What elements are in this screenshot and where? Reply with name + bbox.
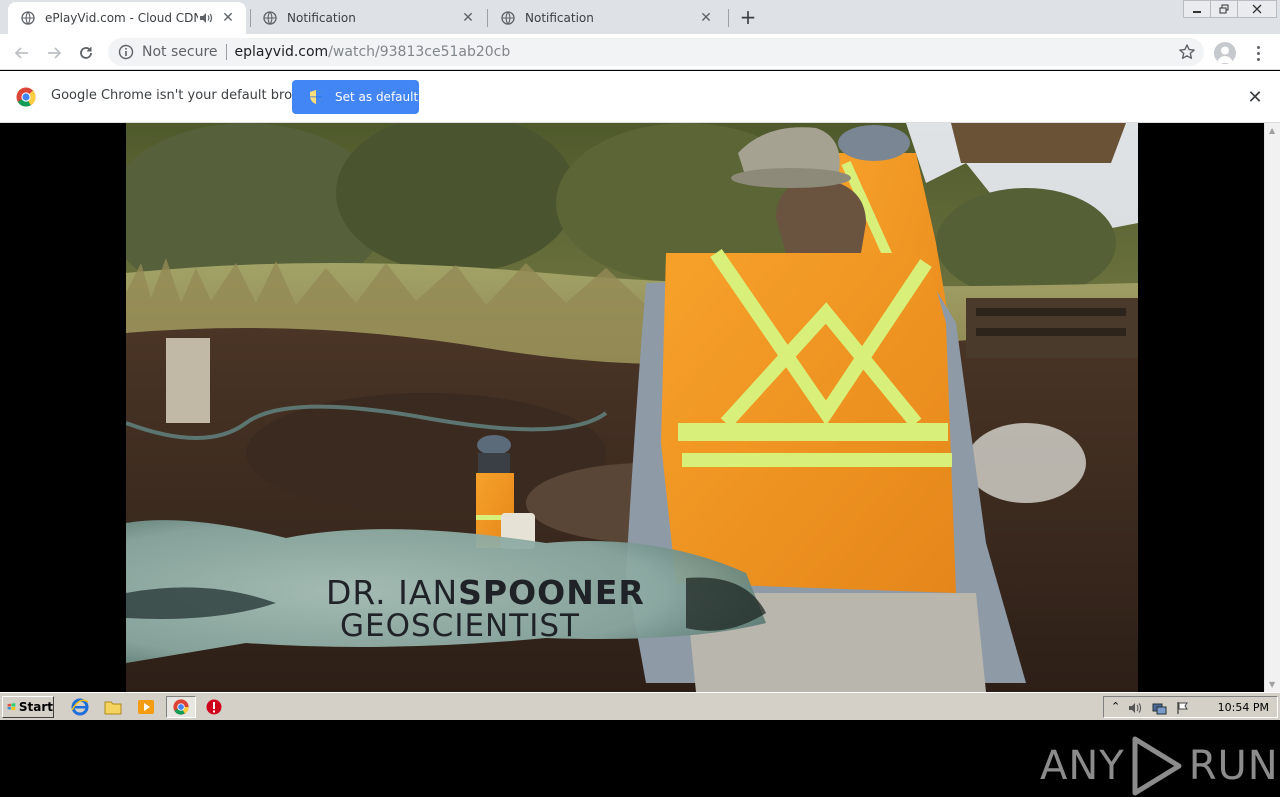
info-icon[interactable] — [118, 44, 134, 60]
uac-shield-icon — [308, 89, 324, 105]
system-tray: ⌃ 10:54 PM — [1103, 696, 1278, 718]
volume-icon[interactable] — [1128, 700, 1142, 719]
reload-button[interactable] — [74, 41, 98, 65]
arrow-left-icon — [14, 47, 28, 59]
clock[interactable]: 10:54 PM — [1218, 701, 1269, 714]
caption-last-name: SPOONER — [458, 573, 645, 612]
network-icon[interactable] — [1152, 700, 1168, 719]
forward-button[interactable] — [42, 41, 66, 65]
tab-title: ePlayVid.com - Cloud CDN — [45, 11, 198, 25]
media-player-icon[interactable] — [137, 698, 155, 716]
arrow-right-icon — [48, 47, 62, 59]
chrome-taskbar-button[interactable] — [166, 696, 196, 718]
url-host: eplayvid.com — [234, 44, 329, 60]
anyrun-watermark: ANY RUN — [1040, 735, 1279, 797]
caption-role: GEOSCIENTIST — [340, 608, 580, 644]
close-tab-icon[interactable]: ✕ — [220, 10, 236, 26]
url-text[interactable]: eplayvid.com/watch/93813ce51ab20cb — [235, 44, 511, 60]
infobar-message: Google Chrome isn't your default browser — [51, 88, 323, 103]
scroll-down-icon[interactable]: ▼ — [1269, 680, 1275, 689]
start-label: Start — [18, 700, 53, 714]
action-center-flag-icon[interactable] — [1176, 700, 1190, 719]
set-as-default-button[interactable]: Set as default — [292, 80, 419, 114]
close-tab-icon[interactable]: ✕ — [698, 10, 714, 26]
globe-icon — [262, 10, 278, 26]
profile-avatar-icon[interactable] — [1214, 42, 1236, 64]
watermark-left: ANY — [1040, 743, 1125, 789]
taskbar: Start ⌃ 10:54 PM — [0, 692, 1280, 720]
url-path: /watch/93813ce51ab20cb — [328, 44, 511, 60]
globe-icon — [20, 10, 36, 26]
omnibox-divider — [225, 44, 227, 60]
page-content: DR. IANSPOONER GEOSCIENTIST ANY RUN — [0, 123, 1278, 796]
windows-logo-icon — [7, 703, 16, 711]
tab-separator — [728, 9, 729, 27]
start-button[interactable]: Start — [2, 696, 54, 718]
page-scrollbar[interactable]: ▲ ▼ — [1264, 123, 1280, 692]
tab-title: Notification — [525, 11, 594, 25]
minimize-button[interactable] — [1183, 0, 1211, 18]
security-status[interactable]: Not secure — [142, 44, 218, 60]
new-tab-button[interactable]: + — [737, 5, 759, 29]
default-browser-infobar: Google Chrome isn't your default browser… — [0, 71, 1280, 123]
browser-toolbar: Not secure eplayvid.com/watch/93813ce51a… — [0, 34, 1280, 70]
name-caption: DR. IANSPOONER GEOSCIENTIST — [326, 573, 645, 644]
bookmark-star-icon[interactable] — [1178, 43, 1196, 61]
tab-notification-2[interactable]: Notification ✕ — [488, 2, 724, 34]
chrome-menu-icon[interactable] — [1250, 42, 1266, 64]
internet-explorer-icon[interactable] — [71, 698, 89, 716]
tray-expand-icon[interactable]: ⌃ — [1111, 700, 1120, 713]
folder-icon[interactable] — [104, 698, 122, 716]
tab-title: Notification — [287, 11, 356, 25]
set-as-default-label: Set as default — [335, 90, 419, 104]
close-window-button[interactable] — [1237, 0, 1277, 18]
back-button[interactable] — [10, 41, 34, 65]
infobar-close-icon[interactable]: ✕ — [1246, 87, 1264, 108]
scroll-up-icon[interactable]: ▲ — [1269, 126, 1275, 135]
tab-strip: ePlayVid.com - Cloud CDN ✕ Notification … — [0, 0, 1280, 34]
speaker-icon[interactable] — [198, 10, 214, 26]
close-tab-icon[interactable]: ✕ — [460, 10, 476, 26]
watermark-right: RUN — [1188, 743, 1279, 789]
reload-icon — [80, 47, 92, 59]
caption-first-name: DR. IAN — [326, 573, 459, 612]
address-bar[interactable]: Not secure eplayvid.com/watch/93813ce51a… — [108, 38, 1204, 66]
restore-button[interactable] — [1210, 0, 1238, 18]
tab-eplayvid[interactable]: ePlayVid.com - Cloud CDN ✕ — [8, 2, 246, 34]
globe-icon — [500, 10, 516, 26]
chrome-logo-icon — [16, 87, 36, 107]
stop-alert-icon[interactable] — [205, 698, 223, 716]
video-player[interactable]: DR. IANSPOONER GEOSCIENTIST — [126, 123, 1138, 692]
tab-notification-1[interactable]: Notification ✕ — [250, 2, 486, 34]
play-icon — [1132, 736, 1182, 796]
chrome-icon — [173, 699, 189, 715]
